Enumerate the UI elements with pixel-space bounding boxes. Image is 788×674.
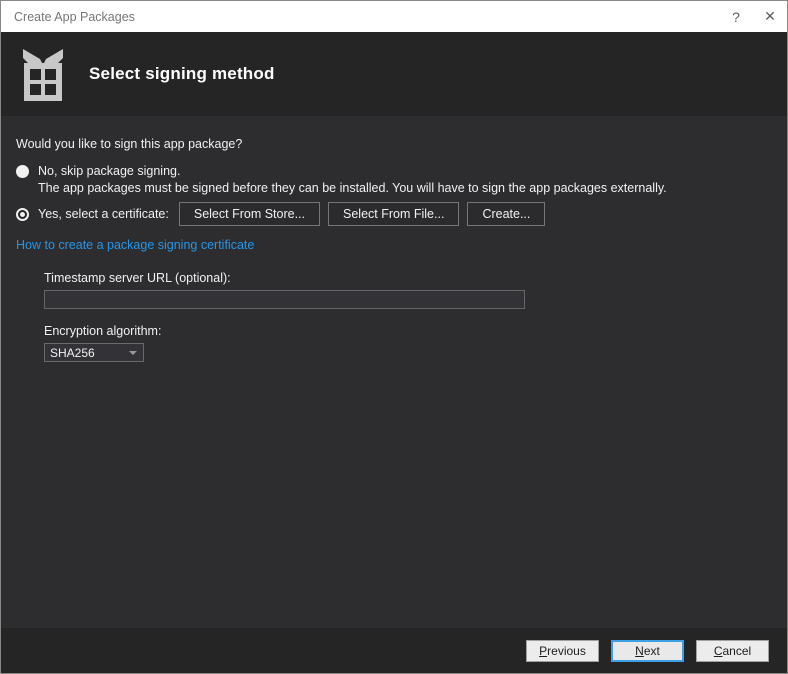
radio-no-label[interactable]: No, skip package signing. bbox=[38, 164, 180, 178]
help-icon[interactable]: ? bbox=[719, 1, 753, 32]
timestamp-section: Timestamp server URL (optional): bbox=[44, 271, 772, 309]
page-title: Select signing method bbox=[89, 64, 275, 83]
select-from-store-button[interactable]: Select From Store... bbox=[178, 202, 321, 226]
encryption-section: Encryption algorithm: SHA256 bbox=[44, 324, 772, 362]
window-title: Create App Packages bbox=[14, 9, 135, 24]
main-content: Would you like to sign this app package?… bbox=[1, 116, 787, 628]
close-icon[interactable]: ✕ bbox=[753, 1, 787, 32]
radio-yes-label[interactable]: Yes, select a certificate: bbox=[38, 207, 169, 221]
certificate-help-link[interactable]: How to create a package signing certific… bbox=[16, 238, 254, 252]
radio-no-description: The app packages must be signed before t… bbox=[38, 181, 667, 195]
radio-no-skip-signing[interactable]: No, skip package signing. bbox=[16, 164, 772, 178]
sign-question-label: Would you like to sign this app package? bbox=[16, 137, 243, 151]
next-button[interactable]: Next bbox=[611, 639, 684, 662]
radio-selected-icon[interactable] bbox=[16, 207, 29, 221]
timestamp-url-label: Timestamp server URL (optional): bbox=[44, 271, 231, 285]
create-certificate-button[interactable]: Create... bbox=[467, 202, 546, 226]
timestamp-url-input[interactable] bbox=[44, 290, 525, 309]
window-controls: ? ✕ bbox=[719, 1, 787, 32]
cancel-button[interactable]: Cancel bbox=[696, 639, 769, 662]
encryption-algorithm-label: Encryption algorithm: bbox=[44, 324, 162, 338]
chevron-down-icon bbox=[129, 350, 137, 355]
title-bar: Create App Packages ? ✕ bbox=[1, 1, 787, 32]
wizard-header: Select signing method bbox=[1, 32, 787, 116]
encryption-selected-value: SHA256 bbox=[50, 345, 95, 360]
create-app-packages-dialog: Create App Packages ? ✕ Select signing m… bbox=[0, 0, 788, 674]
dialog-footer: Previous Next Cancel bbox=[1, 628, 787, 673]
radio-yes-certificate[interactable]: Yes, select a certificate: Select From S… bbox=[16, 202, 772, 226]
radio-unselected-icon[interactable] bbox=[16, 164, 29, 178]
previous-button[interactable]: Previous bbox=[526, 639, 599, 662]
encryption-algorithm-dropdown[interactable]: SHA256 bbox=[44, 343, 144, 362]
select-from-file-button[interactable]: Select From File... bbox=[328, 202, 460, 226]
gift-icon bbox=[23, 49, 63, 101]
